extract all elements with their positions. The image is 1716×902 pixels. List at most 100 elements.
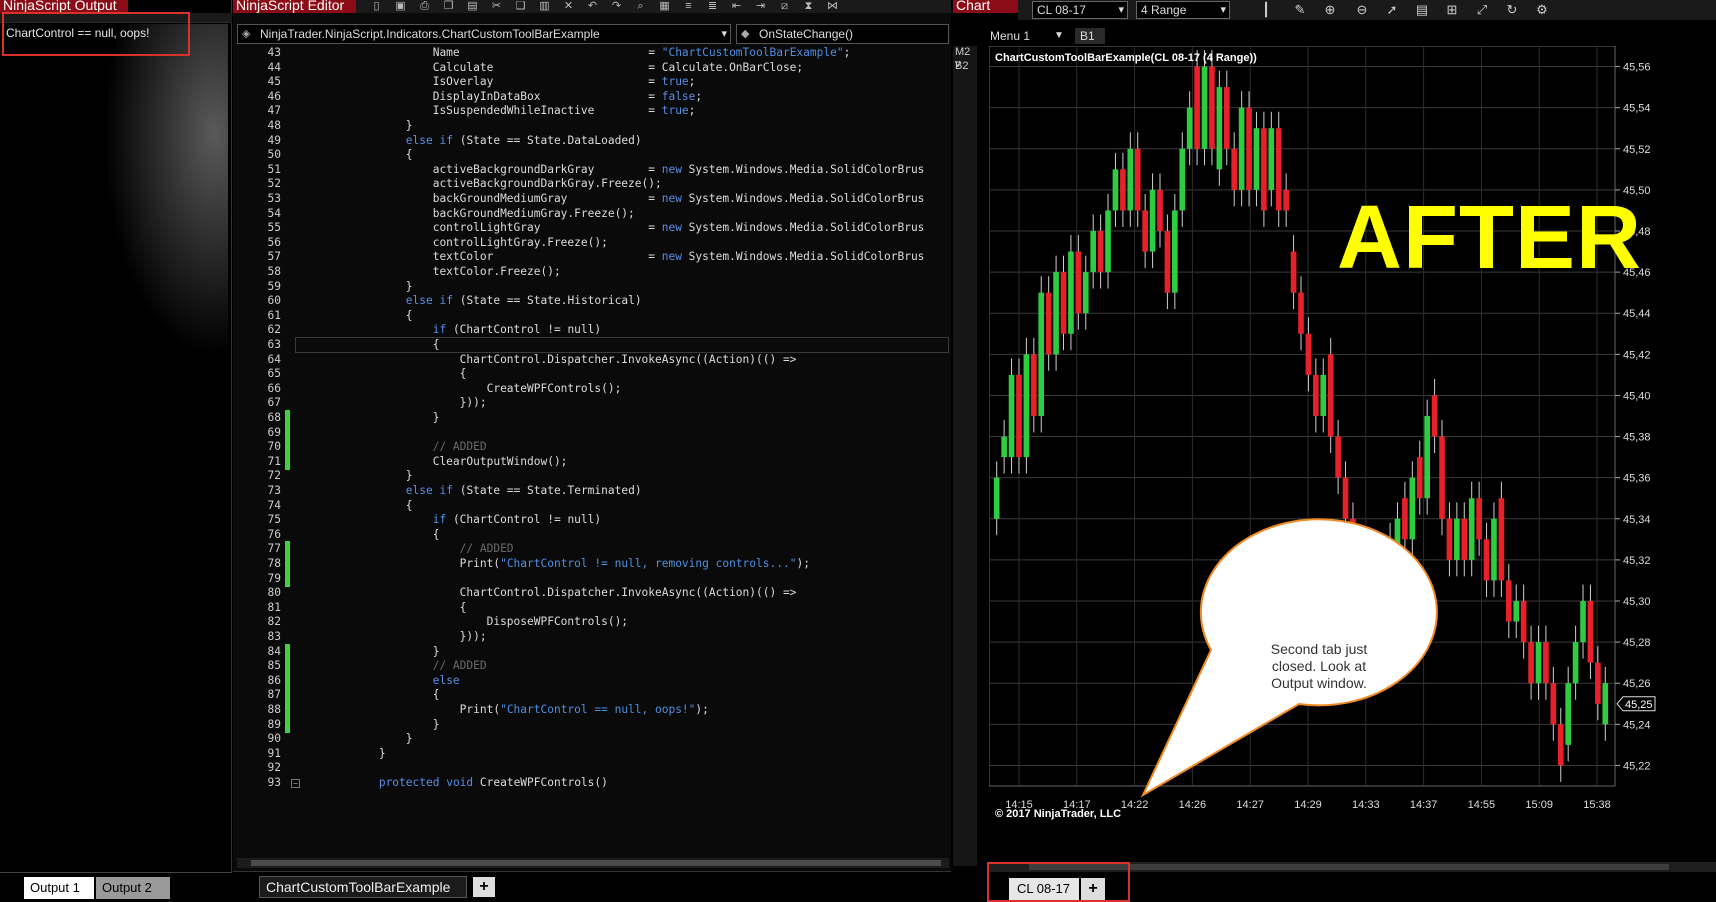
code-line[interactable]: 92	[237, 760, 949, 776]
code-line[interactable]: 87 {	[237, 687, 949, 704]
code-line[interactable]: 59 }	[237, 279, 949, 295]
code-line[interactable]: 53 backGroundMediumGray = new System.Win…	[237, 191, 949, 207]
copy-icon[interactable]: ❐	[442, 0, 455, 12]
outdent-icon[interactable]: ⇤	[730, 0, 743, 12]
save-icon[interactable]: ▣	[394, 0, 407, 12]
code-line[interactable]: 50 {	[237, 147, 949, 163]
code-line[interactable]: 48 }	[237, 118, 949, 134]
code-line[interactable]: 79	[237, 570, 949, 587]
output-text-area[interactable]	[4, 24, 228, 864]
code-line[interactable]: 49 else if (State == State.DataLoaded)	[237, 133, 949, 149]
code-line[interactable]: 58 textColor.Freeze();	[237, 264, 949, 280]
cut-icon[interactable]: ✂	[490, 0, 503, 12]
indicators-icon[interactable]: ⤢	[1474, 2, 1490, 18]
method-selector[interactable]: ◆ OnStateChange()	[736, 24, 949, 44]
pencil-icon[interactable]: ✎	[1292, 2, 1308, 18]
data-box-icon[interactable]: ▤	[1414, 2, 1430, 18]
code-line[interactable]: 78 Print("ChartControl != null, removing…	[237, 556, 949, 572]
code-line[interactable]: 71 ClearOutputWindow();	[237, 453, 949, 470]
delete-icon[interactable]: ✕	[562, 0, 575, 12]
code-line[interactable]: 64 ChartControl.Dispatcher.InvokeAsync((…	[237, 352, 949, 368]
cursor-icon[interactable]: ➚	[1384, 2, 1400, 18]
editor-window-title[interactable]: NinjaScript Editor	[233, 0, 356, 13]
code-line[interactable]: 91 }	[237, 746, 949, 762]
code-line[interactable]: 61 {	[237, 308, 949, 324]
menu-1[interactable]: Menu 1	[990, 28, 1030, 44]
replace-icon[interactable]: ▦	[658, 0, 671, 12]
code-line[interactable]: 69	[237, 424, 949, 441]
new-file-icon[interactable]: ▯	[370, 0, 383, 12]
chevron-down-icon[interactable]: ▼	[1054, 28, 1064, 44]
visual-studio-icon[interactable]: ⋈	[826, 0, 839, 12]
chevron-down-icon[interactable]: ▾	[721, 25, 727, 43]
scrollbar-thumb[interactable]	[251, 860, 941, 866]
bookmark-icon[interactable]: ⧄	[778, 0, 791, 12]
code-line[interactable]: 76 {	[237, 527, 949, 543]
code-line[interactable]: 80 ChartControl.Dispatcher.InvokeAsync((…	[237, 585, 949, 601]
paste2-icon[interactable]: ▥	[538, 0, 551, 12]
indent-icon[interactable]: ⇥	[754, 0, 767, 12]
code-line[interactable]: 75 if (ChartControl != null)	[237, 512, 949, 528]
code-line[interactable]: 67 }));	[237, 395, 949, 411]
code-line[interactable]: 45 IsOverlay = true;	[237, 74, 949, 90]
code-line[interactable]: 57 textColor = new System.Windows.Media.…	[237, 249, 949, 265]
code-line[interactable]: 56 controlLightGray.Freeze();	[237, 235, 949, 251]
code-line[interactable]: 43 Name = "ChartCustomToolBarExample";	[237, 45, 949, 61]
side-label-b2[interactable]: B2	[955, 60, 968, 72]
add-tab-button[interactable]: +	[473, 877, 495, 897]
bar-type-icon[interactable]: ┃	[1258, 2, 1274, 18]
code-line[interactable]: 74 {	[237, 498, 949, 514]
code-line[interactable]: 83 }));	[237, 629, 949, 645]
code-line[interactable]: 51 activeBackgroundDarkGray = new System…	[237, 162, 949, 178]
code-line[interactable]: 68 }	[237, 410, 949, 426]
code-line[interactable]: 93− protected void CreateWPFControls()	[237, 775, 949, 791]
tab-output-1[interactable]: Output 1	[24, 877, 94, 899]
code-line[interactable]: 44 Calculate = Calculate.OnBarClose;	[237, 60, 949, 76]
code-line[interactable]: 65 {	[237, 366, 949, 382]
code-line[interactable]: 85 // ADDED	[237, 658, 949, 675]
period-selector[interactable]: 4 Range ▾	[1136, 1, 1230, 19]
code-line[interactable]: 54 backGroundMediumGray.Freeze();	[237, 206, 949, 222]
code-line[interactable]: 70 // ADDED	[237, 439, 949, 456]
code-line[interactable]: 60 else if (State == State.Historical)	[237, 293, 949, 309]
candlestick-chart[interactable]: 45,5645,5445,5245,5045,4845,4645,4445,42…	[989, 46, 1675, 862]
undo-icon[interactable]: ↶	[586, 0, 599, 12]
code-line[interactable]: 73 else if (State == State.Terminated)	[237, 483, 949, 499]
code-line[interactable]: 89 }	[237, 716, 949, 733]
code-editor[interactable]: 43 Name = "ChartCustomToolBarExample"; 44…	[237, 45, 949, 855]
code-line[interactable]: 88 Print("ChartControl == null, oops!");	[237, 702, 949, 718]
zoom-in-icon[interactable]: ⊕	[1322, 2, 1338, 18]
code-line[interactable]: 52 activeBackgroundDarkGray.Freeze();	[237, 176, 949, 192]
code-line[interactable]: 62 if (ChartControl != null)	[237, 322, 949, 338]
code-line[interactable]: 86 else	[237, 672, 949, 689]
class-selector[interactable]: ◈ NinjaTrader.NinjaScript.Indicators.Cha…	[237, 24, 731, 44]
uncomment-icon[interactable]: ≣	[706, 0, 719, 12]
properties-icon[interactable]: ⚙	[1534, 2, 1550, 18]
editor-horizontal-scrollbar[interactable]	[237, 858, 949, 868]
copy2-icon[interactable]: ❏	[514, 0, 527, 12]
code-line[interactable]: 55 controlLightGray = new System.Windows…	[237, 220, 949, 236]
paste-icon[interactable]: ▤	[466, 0, 479, 12]
refresh-icon[interactable]: ↻	[1504, 2, 1520, 18]
code-line[interactable]: 81 {	[237, 600, 949, 616]
compile-icon[interactable]: ⧗	[802, 0, 815, 12]
code-line[interactable]: 72 }	[237, 468, 949, 484]
code-line[interactable]: 66 CreateWPFControls();	[237, 381, 949, 397]
chevron-down-icon[interactable]: ▾	[1220, 2, 1226, 18]
comment-icon[interactable]: ≡	[682, 0, 695, 12]
code-line[interactable]: 84 }	[237, 643, 949, 660]
tab-chartcustomtoolbarexample[interactable]: ChartCustomToolBarExample	[259, 876, 467, 898]
code-line[interactable]: 46 DisplayInDataBox = false;	[237, 89, 949, 105]
find-icon[interactable]: ⌕	[634, 0, 647, 12]
tab-output-2[interactable]: Output 2	[96, 877, 170, 899]
code-line[interactable]: 47 IsSuspendedWhileInactive = true;	[237, 103, 949, 119]
bars-tab-b1[interactable]: B1	[1075, 28, 1105, 44]
chart-window-title[interactable]: Chart	[953, 0, 1018, 13]
instrument-selector[interactable]: CL 08-17 ▾	[1032, 1, 1128, 19]
code-line[interactable]: 90 }	[237, 731, 949, 747]
code-line[interactable]: 63 {	[237, 337, 949, 353]
code-line[interactable]: 82 DisposeWPFControls();	[237, 614, 949, 630]
code-line[interactable]: 77 // ADDED	[237, 541, 949, 558]
redo-icon[interactable]: ↷	[610, 0, 623, 12]
strategies-icon[interactable]: ⊞	[1444, 2, 1460, 18]
